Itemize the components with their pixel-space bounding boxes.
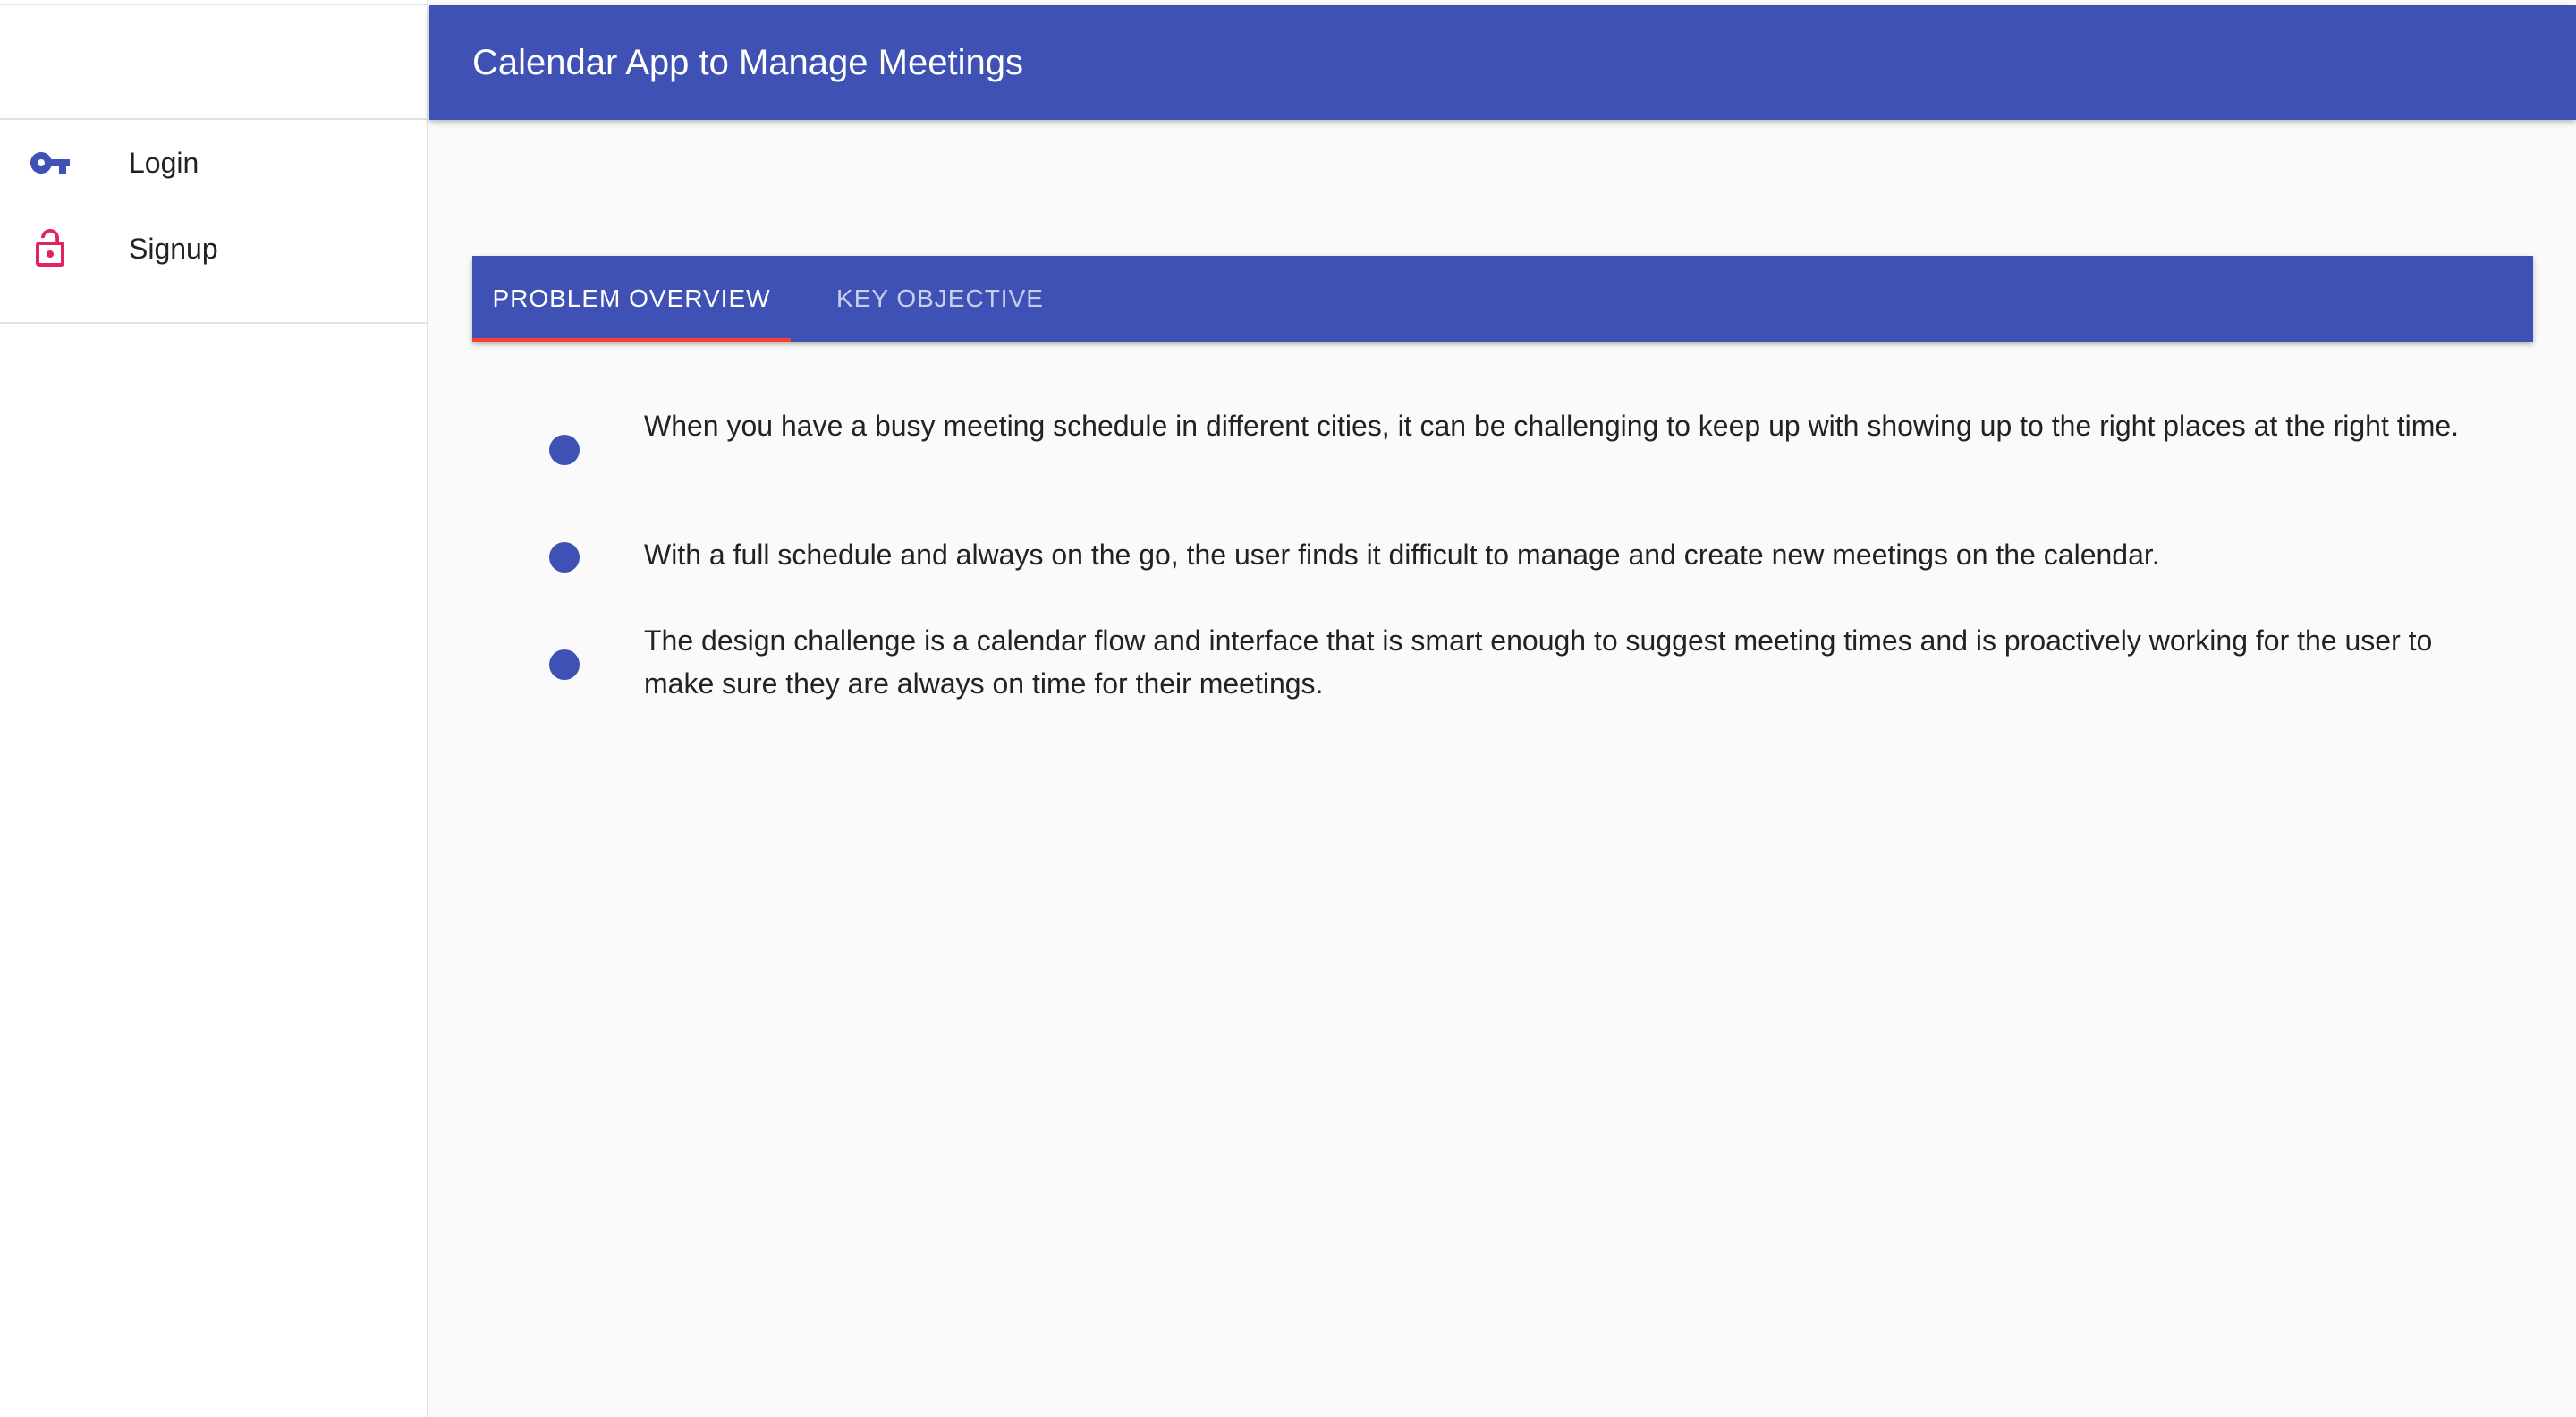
tab-problem-overview[interactable]: PROBLEM OVERVIEW (472, 256, 791, 342)
bullet-icon (549, 649, 580, 680)
active-tab-indicator (472, 338, 791, 342)
bullet-icon (549, 435, 580, 465)
tab-bar: PROBLEM OVERVIEW KEY OBJECTIVE (472, 256, 2533, 342)
app-root: Login Signup Calendar App to Manage Meet… (0, 0, 2576, 1417)
sidebar-item-label: Signup (129, 232, 218, 265)
app-title: Calendar App to Manage Meetings (472, 42, 1023, 82)
tab-key-objective[interactable]: KEY OBJECTIVE (791, 256, 1089, 342)
sidebar-list: Login Signup (0, 120, 427, 292)
list-item-text: With a full schedule and always on the g… (644, 539, 2160, 571)
list-item-text: The design challenge is a calendar flow … (644, 624, 2433, 700)
sidebar-item-login[interactable]: Login (0, 120, 427, 206)
list-item-text: When you have a busy meeting schedule in… (644, 410, 2460, 442)
bullet-icon (549, 542, 580, 573)
sidebar-header (0, 5, 427, 120)
sidebar: Login Signup (0, 0, 428, 1417)
sidebar-item-label: Login (129, 146, 199, 179)
sidebar-divider (0, 322, 427, 324)
sidebar-item-signup[interactable]: Signup (0, 206, 427, 292)
app-bar: Calendar App to Manage Meetings (429, 5, 2576, 120)
lock-open-icon (27, 225, 73, 272)
key-icon (27, 140, 73, 186)
